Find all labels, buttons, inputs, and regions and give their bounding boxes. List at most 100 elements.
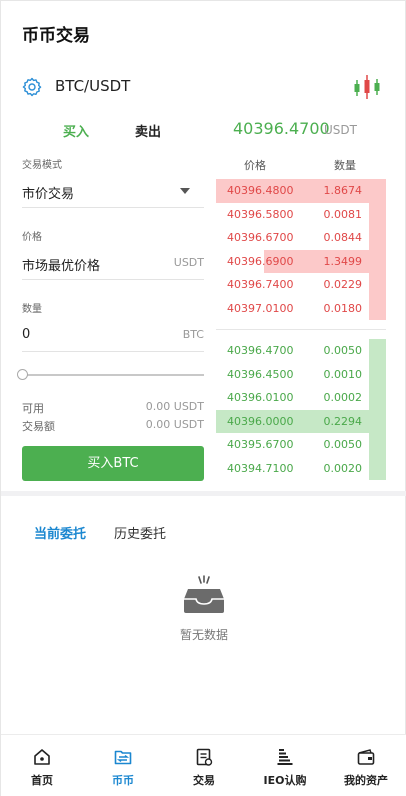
ask-qty: 1.8674 [323, 184, 363, 197]
buy-btc-button[interactable]: 买入BTC [22, 446, 204, 481]
bid-row[interactable]: 40396.4700 0.0050 [216, 339, 386, 363]
orderbook-header-price: 价格 [244, 159, 266, 172]
bid-row[interactable]: 40396.0000 0.2294 [216, 409, 386, 433]
amount-input[interactable]: 0 BTC [22, 321, 204, 349]
ask-price: 40396.4800 [227, 184, 294, 197]
tab-order-history[interactable]: 历史委托 [114, 523, 166, 542]
mode-value: 市价交易 [22, 187, 75, 202]
bid-qty: 0.0010 [323, 367, 363, 381]
tabbar-item-trade[interactable]: 交易 [164, 735, 244, 796]
ask-qty: 0.0180 [323, 301, 363, 315]
bid-price: 40396.4700 [227, 344, 294, 357]
ask-depth-bar [369, 296, 386, 320]
ask-qty: 0.0229 [323, 278, 363, 291]
bid-price: 40395.6700 [227, 438, 294, 451]
ask-depth-bar [369, 273, 386, 297]
bid-qty: 0.0020 [323, 461, 363, 475]
amount-slider[interactable] [26, 374, 204, 376]
price-unit: USDT [173, 256, 204, 269]
empty-state-text: 暂无数据 [179, 628, 228, 642]
price-value: 市场最优价格 [22, 259, 101, 274]
ask-row[interactable]: 40397.0100 0.0180 [216, 296, 386, 320]
tabbar-item-ieo[interactable]: IEO认购 [245, 735, 325, 796]
tabbar-item-exchange[interactable]: 币币 [83, 735, 163, 796]
chevron-down-icon [180, 188, 190, 194]
ask-row[interactable]: 40396.5800 0.0081 [216, 202, 386, 226]
bid-qty: 0.2294 [323, 414, 363, 428]
bid-row[interactable]: 40396.4500 0.0010 [216, 362, 386, 386]
divider [22, 279, 204, 280]
trade-doc-icon [195, 748, 213, 766]
ask-row[interactable]: 40396.4800 1.8674 [216, 179, 386, 203]
bid-depth-bar [369, 433, 386, 457]
bid-row[interactable]: 40394.7100 0.0020 [216, 456, 386, 480]
section-separator [1, 491, 406, 496]
bid-price: 40396.4500 [227, 367, 294, 381]
orderbook-header-qty: 数量 [334, 159, 356, 172]
bid-depth-bar [369, 339, 386, 363]
ask-price: 40396.7400 [227, 278, 294, 291]
bid-qty: 0.0002 [323, 391, 363, 404]
price-label: 价格 [22, 232, 42, 243]
tab-sell[interactable]: 卖出 [135, 121, 161, 140]
available-label: 可用 [22, 402, 44, 415]
bid-depth-bar [369, 362, 386, 386]
tabbar-label: IEO认购 [263, 774, 307, 787]
tabbar-label: 我的资产 [344, 774, 388, 787]
ask-price: 40396.6900 [227, 254, 294, 268]
tab-current-orders[interactable]: 当前委托 [34, 523, 86, 542]
bid-row[interactable]: 40396.0100 0.0002 [216, 386, 386, 410]
ask-qty: 1.3499 [323, 254, 363, 268]
tab-buy[interactable]: 买入 [63, 121, 89, 140]
mode-select[interactable]: 市价交易 [22, 176, 204, 206]
volume-value: 0.00 USDT [145, 418, 204, 431]
amount-unit: BTC [182, 328, 204, 341]
bid-price: 40396.0100 [227, 391, 294, 404]
mode-label: 交易模式 [22, 160, 62, 171]
bid-depth-bar [369, 386, 386, 410]
ask-row[interactable]: 40396.6900 1.3499 [216, 249, 386, 273]
tabbar-label: 币币 [112, 774, 134, 787]
bid-row[interactable]: 40395.6700 0.0050 [216, 433, 386, 457]
ask-price: 40397.0100 [227, 301, 294, 315]
tabbar-label: 交易 [193, 774, 215, 787]
tabbar-item-home[interactable]: 首页 [2, 735, 82, 796]
bottom-tabbar: 首页 币币 交易 IEO认购 我的资产 [1, 734, 406, 796]
ask-row[interactable]: 40396.6700 0.0844 [216, 226, 386, 250]
candlestick-icon[interactable] [353, 74, 381, 100]
volume-label: 交易额 [22, 420, 55, 433]
ask-row[interactable]: 40396.7400 0.0229 [216, 273, 386, 297]
bid-qty: 0.0050 [323, 344, 363, 357]
ask-price: 40396.6700 [227, 231, 294, 244]
slider-handle[interactable] [17, 369, 28, 380]
orderbook-divider [216, 329, 386, 330]
pair-name[interactable]: BTC/USDT [55, 77, 130, 95]
bid-price: 40396.0000 [227, 414, 294, 428]
gear-icon[interactable] [22, 77, 42, 97]
bid-depth-bar [369, 456, 386, 480]
exchange-icon [114, 748, 132, 766]
wallet-icon [357, 748, 375, 766]
ask-qty: 0.0844 [323, 231, 363, 244]
tabbar-label: 首页 [31, 774, 53, 787]
ask-depth-bar [369, 202, 386, 226]
ieo-icon [276, 748, 294, 766]
amount-value: 0 [22, 327, 31, 342]
trade-tabs: 买入 卖出 40396.4700 USDT [1, 119, 406, 143]
tabbar-item-assets[interactable]: 我的资产 [326, 735, 406, 796]
ask-depth-bar [369, 226, 386, 250]
amount-label: 数量 [22, 304, 42, 315]
bid-qty: 0.0050 [323, 438, 363, 451]
page-title: 币币交易 [22, 26, 90, 46]
divider [22, 351, 204, 352]
last-price: 40396.4700 [233, 119, 330, 138]
available-value: 0.00 USDT [145, 400, 204, 413]
last-price-unit: USDT [324, 123, 357, 137]
ask-price: 40396.5800 [227, 207, 294, 221]
exchange-page: 币币交易 BTC/USDT 买入 卖出 40396.4700 USDT 交易模式… [0, 0, 406, 796]
home-icon [33, 748, 51, 766]
bid-price: 40394.7100 [227, 461, 294, 475]
pair-selector[interactable]: BTC/USDT [1, 71, 406, 103]
empty-inbox-icon [181, 575, 227, 615]
price-field[interactable]: 市场最优价格 USDT [22, 249, 204, 277]
